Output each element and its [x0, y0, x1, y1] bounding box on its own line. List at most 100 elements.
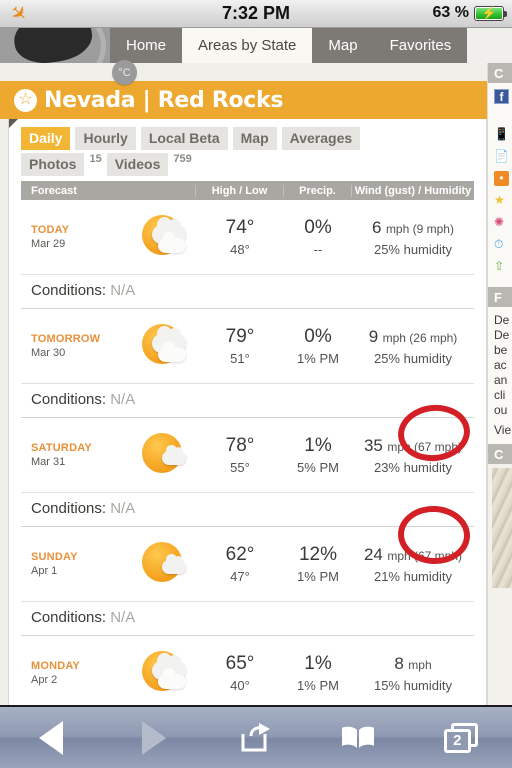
bookmarks-icon: [342, 726, 375, 748]
humidity: 25% humidity: [373, 350, 453, 366]
content-card: Daily Hourly Local Beta Map Averages Pho…: [8, 119, 487, 705]
precip-value: 1%: [304, 653, 332, 674]
sidebar-forecast-card: De De be ac an cli ou Vie: [488, 307, 512, 444]
col-header-wind: Wind (gust) / Humidity: [354, 184, 472, 197]
sidebar-photos-heading: C: [488, 444, 512, 464]
wind-cell: 24 mph (67 mph) 21% humidity: [352, 545, 474, 584]
subtab-daily[interactable]: Daily: [21, 127, 71, 150]
subtab-map[interactable]: Map: [232, 127, 277, 150]
day-name: TODAY: [31, 224, 70, 236]
sidebar-connect-heading: C: [488, 63, 512, 83]
share-button[interactable]: [228, 718, 284, 758]
day-date: Mar 31: [31, 456, 66, 468]
partly-cloudy-icon: [136, 209, 192, 265]
mobile-icon[interactable]: 📱: [494, 127, 509, 142]
table-row[interactable]: SATURDAY Mar 31 78° 55° 1% 5% PM 35 mph …: [21, 418, 474, 492]
row-day-cell: TODAY Mar 29: [21, 224, 131, 250]
conditions-row: Conditions: N/A: [21, 601, 474, 635]
sidebar-view-link[interactable]: Vie: [488, 423, 512, 438]
precip-value: 12%: [298, 544, 338, 565]
weather-icon-cell: [131, 209, 196, 265]
row-day-cell: MONDAY Apr 2: [21, 660, 131, 686]
conditions-label: Conditions:: [31, 609, 107, 626]
site-logo[interactable]: [0, 28, 110, 63]
conditions-label: Conditions:: [31, 391, 107, 408]
col-header-forecast: Forecast: [21, 184, 196, 197]
star-icon[interactable]: ★: [494, 193, 509, 208]
conditions-row: Conditions: N/A: [21, 274, 474, 308]
sidebar-share-card: f 📱 📄 • ★ ✺ ⏱ ⇧: [488, 83, 512, 287]
star-icon[interactable]: ☆: [14, 88, 37, 112]
subtab-averages[interactable]: Averages: [281, 127, 361, 150]
wind-speed: 8: [394, 653, 404, 673]
weather-icon-cell: [131, 427, 196, 483]
wind-cell: 9 mph (26 mph) 25% humidity: [352, 327, 474, 366]
subtab-videos-label: Videos: [114, 156, 161, 172]
table-row[interactable]: TOMORROW Mar 30 79° 51° 0% 1% PM 9 mph (…: [21, 309, 474, 383]
sub-tabs-row-2: Photos 15 Videos 759: [21, 153, 481, 176]
subtab-photos[interactable]: Photos: [21, 153, 85, 176]
partly-cloudy-icon: [136, 318, 192, 374]
clock-icon[interactable]: ⏱: [494, 237, 509, 252]
precip-cell: 0% --: [284, 217, 352, 257]
nav-tab-favorites[interactable]: Favorites: [373, 28, 468, 63]
mostly-sunny-icon: [136, 427, 192, 483]
table-row[interactable]: TODAY Mar 29 74° 48° 0% -- 6 mph (9 mph)…: [21, 200, 474, 274]
conditions-label: Conditions:: [31, 282, 107, 299]
nav-tab-home[interactable]: Home: [110, 28, 183, 63]
high-temp: 65°: [225, 653, 255, 674]
wind-unit: mph (9 mph): [385, 221, 454, 236]
facebook-icon[interactable]: f: [494, 89, 509, 104]
precip-cell: 0% 1% PM: [284, 326, 352, 366]
humidity: 15% humidity: [373, 677, 453, 693]
table-row[interactable]: MONDAY Apr 2 65° 40° 1% 1% PM 8 mph 15% …: [21, 636, 474, 705]
sidebar-photo-thumb[interactable]: [492, 468, 512, 588]
row-day-cell: SATURDAY Mar 31: [21, 442, 131, 468]
precip-cell: 12% 1% PM: [284, 544, 352, 584]
precip-sub: 1% PM: [297, 678, 339, 693]
row-day-cell: SUNDAY Apr 1: [21, 551, 131, 577]
nav-tab-areas-by-state[interactable]: Areas by State: [182, 28, 313, 63]
table-header-row: Forecast High / Low Precip. Wind (gust) …: [21, 181, 474, 200]
conditions-value: N/A: [110, 282, 136, 299]
row-day-cell: TOMORROW Mar 30: [21, 333, 131, 359]
back-arrow-icon: [39, 720, 64, 755]
high-low-cell: 78° 55°: [196, 435, 284, 475]
high-temp: 78°: [225, 435, 255, 456]
conditions-row: Conditions: N/A: [21, 492, 474, 526]
sub-tabs: Daily Hourly Local Beta Map Averages Pho…: [21, 127, 481, 176]
rss-icon[interactable]: •: [494, 171, 509, 186]
ios-status-bar: ✈ 7:32 PM 63 % ⚡: [0, 0, 512, 28]
upload-icon[interactable]: ⇧: [494, 259, 509, 274]
table-row[interactable]: SUNDAY Apr 1 62° 47° 12% 1% PM 24 mph (6…: [21, 527, 474, 601]
network-icon[interactable]: ✺: [494, 215, 509, 230]
precip-value: 0%: [304, 326, 332, 347]
conditions-row: Conditions: N/A: [21, 383, 474, 417]
subtab-videos[interactable]: Videos: [106, 153, 169, 176]
videos-count: 759: [173, 153, 192, 165]
weather-icon-cell: [131, 645, 196, 701]
high-temp: 74°: [225, 217, 255, 238]
subtab-hourly[interactable]: Hourly: [75, 127, 136, 150]
back-button[interactable]: [23, 718, 79, 758]
precip-sub: 1% PM: [297, 569, 339, 584]
high-low-cell: 79° 51°: [196, 326, 284, 366]
bookmarks-button[interactable]: [330, 718, 386, 758]
right-sidebar: C f 📱 📄 • ★ ✺ ⏱ ⇧ F De De be ac an cli o…: [487, 63, 512, 705]
wind-speed: 24: [363, 544, 383, 564]
day-date: Mar 29: [31, 238, 66, 250]
battery-percent: 63 %: [432, 4, 469, 21]
high-temp: 62°: [225, 544, 255, 565]
page-icon[interactable]: 📄: [494, 149, 509, 164]
col-header-high-low: High / Low: [196, 184, 284, 197]
sub-tabs-row-1: Daily Hourly Local Beta Map Averages: [21, 127, 481, 150]
screen: ✈ 7:32 PM 63 % ⚡ Home Areas by State Map…: [0, 0, 512, 768]
low-temp: 40°: [230, 678, 250, 693]
subtab-local-beta[interactable]: Local Beta: [140, 127, 228, 150]
low-temp: 51°: [230, 351, 250, 366]
tabs-button[interactable]: 2: [433, 718, 489, 758]
precip-sub: --: [313, 242, 323, 257]
unit-toggle-celsius[interactable]: °C: [112, 60, 137, 85]
forward-button: [126, 718, 182, 758]
nav-tab-map[interactable]: Map: [312, 28, 374, 63]
